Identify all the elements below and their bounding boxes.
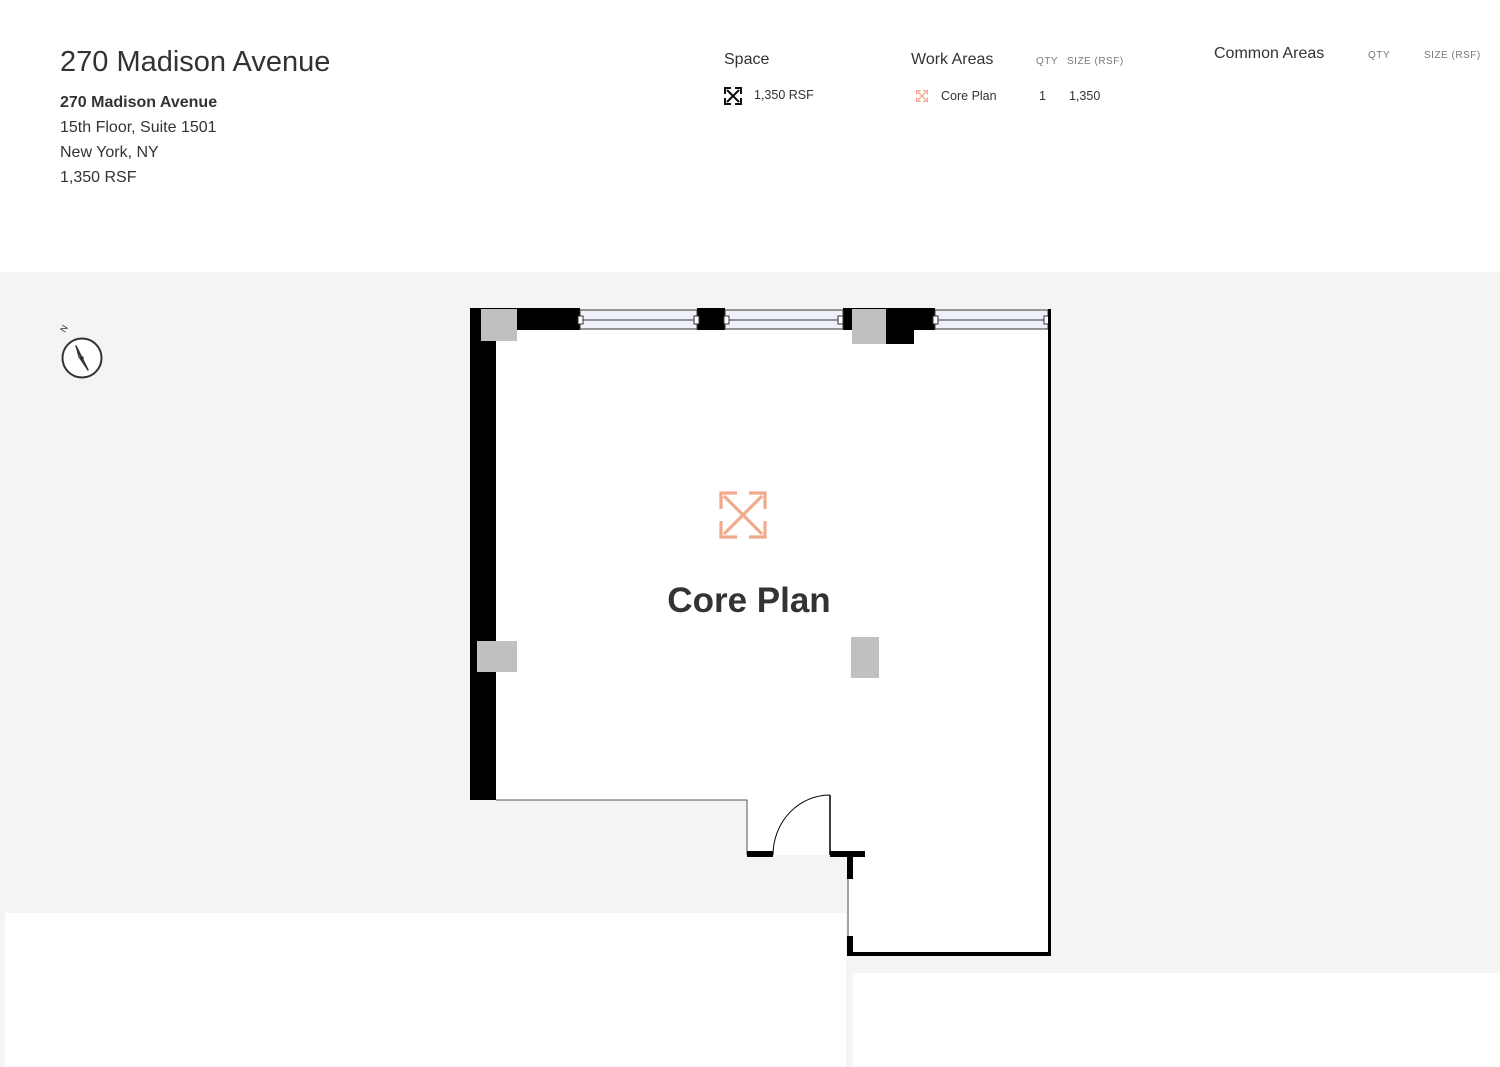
corridor-wall	[496, 799, 748, 855]
left-wall	[470, 309, 496, 800]
floor-plan: Core Plan N	[58, 308, 1051, 956]
wall-notch	[885, 308, 914, 344]
top-wall-pier	[697, 308, 725, 330]
compass-north-label: N	[58, 323, 70, 334]
windows	[577, 309, 1050, 330]
core-plan-room[interactable]	[471, 309, 1050, 955]
room-label: Core Plan	[667, 581, 830, 620]
compass-icon: N	[58, 323, 103, 379]
door-jamb-left	[747, 851, 773, 857]
right-wall	[1048, 309, 1051, 956]
bottom-wall	[849, 952, 1051, 956]
